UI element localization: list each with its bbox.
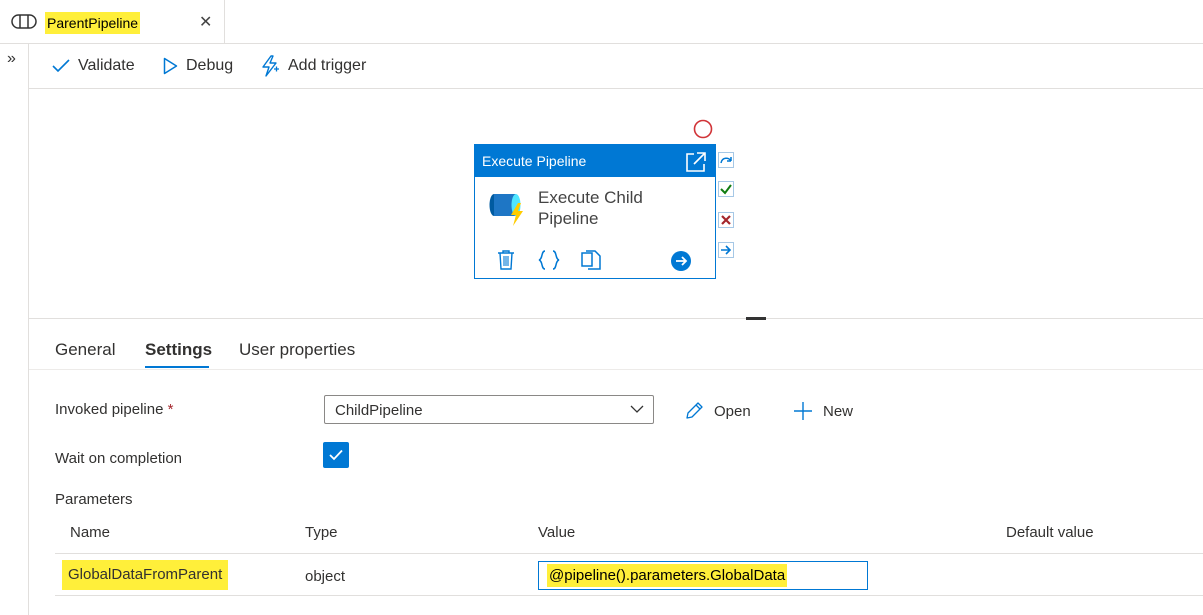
parameter-type: object bbox=[305, 568, 346, 585]
tab-settings[interactable]: Settings bbox=[145, 340, 212, 360]
invoked-pipeline-select[interactable]: ChildPipeline bbox=[324, 395, 654, 424]
open-pipeline-button[interactable]: Open bbox=[684, 400, 751, 422]
tabs-divider bbox=[29, 369, 1203, 370]
breakpoint-circle-icon[interactable] bbox=[693, 119, 713, 139]
activity-name-line1: Execute Child bbox=[538, 188, 643, 207]
play-icon bbox=[163, 57, 178, 75]
activity-name: Execute Child Pipeline bbox=[538, 187, 688, 229]
column-header-value: Value bbox=[538, 524, 576, 541]
table-row-divider bbox=[55, 595, 1203, 596]
new-label: New bbox=[823, 402, 854, 420]
tab-general[interactable]: General bbox=[55, 340, 115, 360]
expand-icon[interactable]: » bbox=[7, 50, 16, 68]
plus-icon bbox=[794, 402, 812, 420]
parameters-section-title: Parameters bbox=[55, 491, 133, 508]
new-pipeline-button[interactable]: New bbox=[793, 400, 853, 422]
code-braces-icon[interactable] bbox=[538, 250, 560, 270]
activity-name-line2: Pipeline bbox=[538, 209, 599, 228]
column-header-name: Name bbox=[70, 524, 111, 541]
execute-pipeline-icon bbox=[489, 194, 523, 226]
invoked-pipeline-value: ChildPipeline bbox=[335, 402, 423, 419]
tab-title: ParentPipeline bbox=[45, 12, 141, 34]
add-trigger-button[interactable]: Add trigger bbox=[260, 54, 366, 78]
open-label: Open bbox=[714, 402, 751, 420]
canvas-divider bbox=[29, 318, 1203, 319]
validate-label: Validate bbox=[78, 57, 135, 74]
active-tab-indicator bbox=[145, 366, 209, 368]
toolbar-divider bbox=[29, 88, 1203, 89]
checkmark-icon bbox=[52, 59, 70, 73]
invoked-pipeline-label: Invoked pipeline * bbox=[55, 401, 173, 418]
add-trigger-label: Add trigger bbox=[288, 57, 367, 74]
pipeline-icon bbox=[11, 13, 37, 35]
validate-button[interactable]: Validate bbox=[52, 54, 135, 78]
invoked-pipeline-label-text: Invoked pipeline bbox=[55, 401, 164, 418]
open-external-icon[interactable] bbox=[685, 151, 707, 173]
skip-path-icon[interactable] bbox=[718, 152, 734, 168]
parameter-value-text: @pipeline().parameters.GlobalData bbox=[547, 564, 788, 587]
delete-icon[interactable] bbox=[497, 250, 515, 270]
wait-on-completion-label: Wait on completion bbox=[55, 450, 183, 467]
close-icon[interactable]: ✕ bbox=[199, 12, 212, 32]
left-rail bbox=[0, 43, 29, 615]
tab-parent-pipeline[interactable]: ParentPipeline ✕ bbox=[0, 0, 225, 43]
wait-on-completion-checkbox[interactable] bbox=[323, 442, 349, 468]
execute-pipeline-activity[interactable]: Execute Pipeline Execute Child Pipeline bbox=[474, 144, 716, 279]
chevron-down-icon bbox=[630, 405, 644, 413]
arrow-right-circle-icon[interactable] bbox=[670, 250, 692, 272]
panel-resize-handle[interactable] bbox=[746, 317, 766, 320]
debug-button[interactable]: Debug bbox=[163, 54, 233, 78]
parameter-name: GlobalDataFromParent bbox=[62, 560, 229, 590]
required-marker: * bbox=[167, 401, 174, 418]
failure-path-icon[interactable] bbox=[718, 212, 734, 228]
pencil-icon bbox=[686, 402, 703, 419]
trigger-icon bbox=[262, 55, 279, 77]
activity-type: Execute Pipeline bbox=[482, 153, 587, 169]
parameter-value-input[interactable]: @pipeline().parameters.GlobalData bbox=[538, 561, 868, 590]
copy-icon[interactable] bbox=[581, 250, 601, 270]
column-header-type: Type bbox=[305, 524, 338, 541]
debug-label: Debug bbox=[186, 57, 234, 74]
checkmark-icon bbox=[329, 449, 343, 461]
completion-path-icon[interactable] bbox=[718, 242, 734, 258]
activity-header: Execute Pipeline bbox=[475, 145, 715, 177]
table-header-divider bbox=[55, 553, 1203, 554]
column-header-default-value: Default value bbox=[1006, 524, 1094, 541]
success-path-icon[interactable] bbox=[718, 181, 734, 197]
tab-user-properties[interactable]: User properties bbox=[239, 340, 355, 360]
